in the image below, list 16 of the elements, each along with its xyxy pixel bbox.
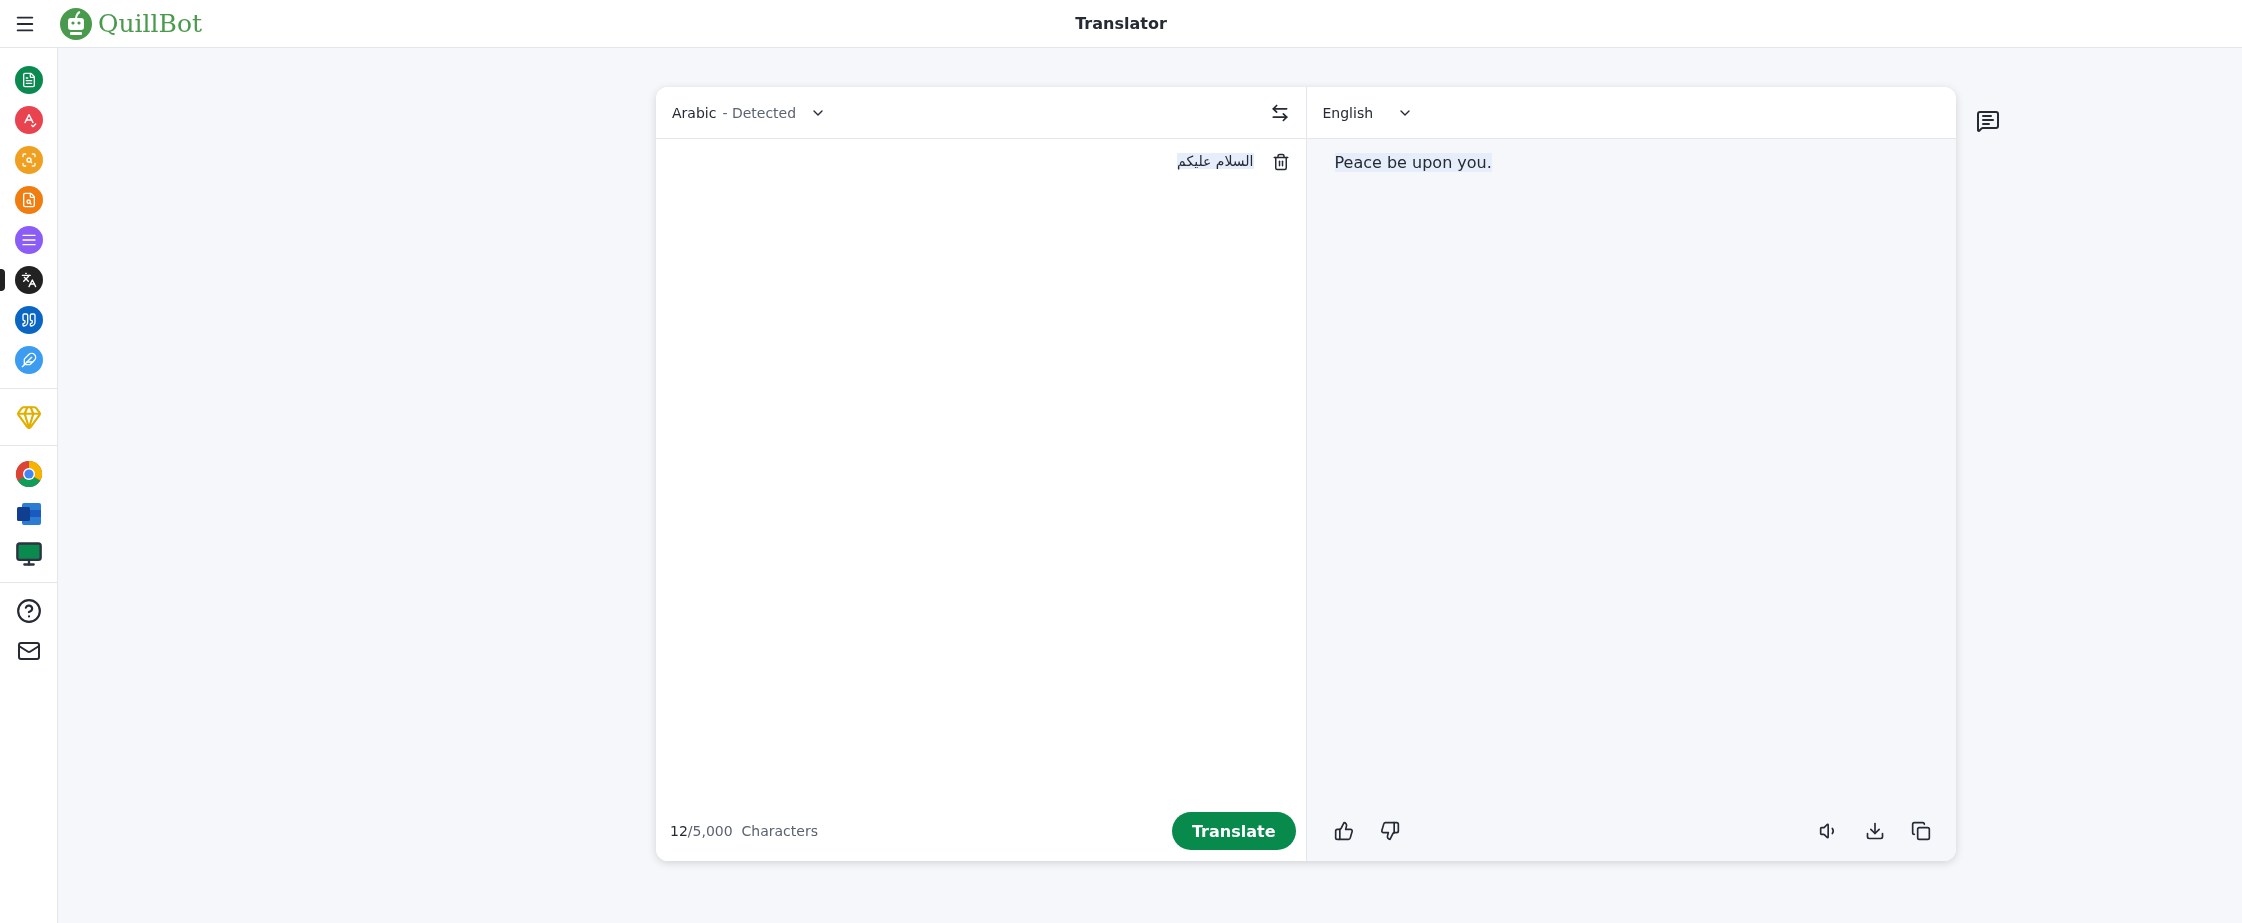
tool-icon[interactable] [14, 266, 43, 294]
source-language-dropdown[interactable]: Arabic - Detected [672, 104, 827, 121]
robot-logo-icon [60, 7, 92, 40]
help-icon[interactable] [15, 598, 42, 624]
translated-text: Peace be upon you. [1333, 153, 1492, 172]
translate-button[interactable]: Translate [1171, 812, 1296, 850]
target-language-dropdown[interactable]: English [1322, 104, 1414, 121]
source-text-input[interactable]: السلام عليكم [672, 153, 1254, 169]
document-app-icon[interactable] [15, 502, 42, 526]
monitor-icon[interactable] [14, 540, 43, 568]
character-count: 12/5,000 Characters [670, 823, 818, 839]
trash-icon[interactable] [1271, 153, 1290, 171]
chrome-icon[interactable] [14, 460, 43, 488]
page-title: Translator [1075, 14, 1167, 33]
comment-icon[interactable] [1976, 109, 2000, 133]
mail-icon[interactable] [16, 639, 41, 663]
